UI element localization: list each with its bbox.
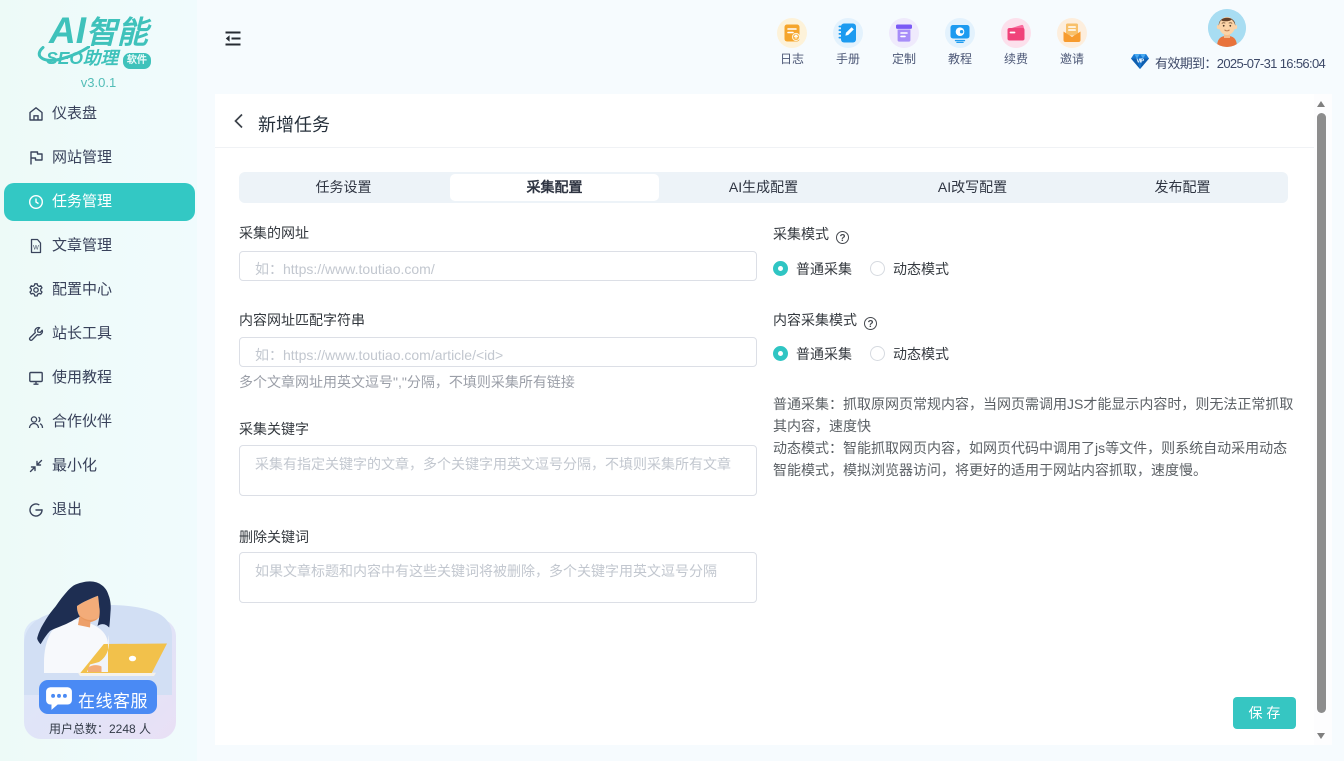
svg-text:W: W [33,246,39,252]
svg-text:VIP: VIP [1137,58,1145,64]
